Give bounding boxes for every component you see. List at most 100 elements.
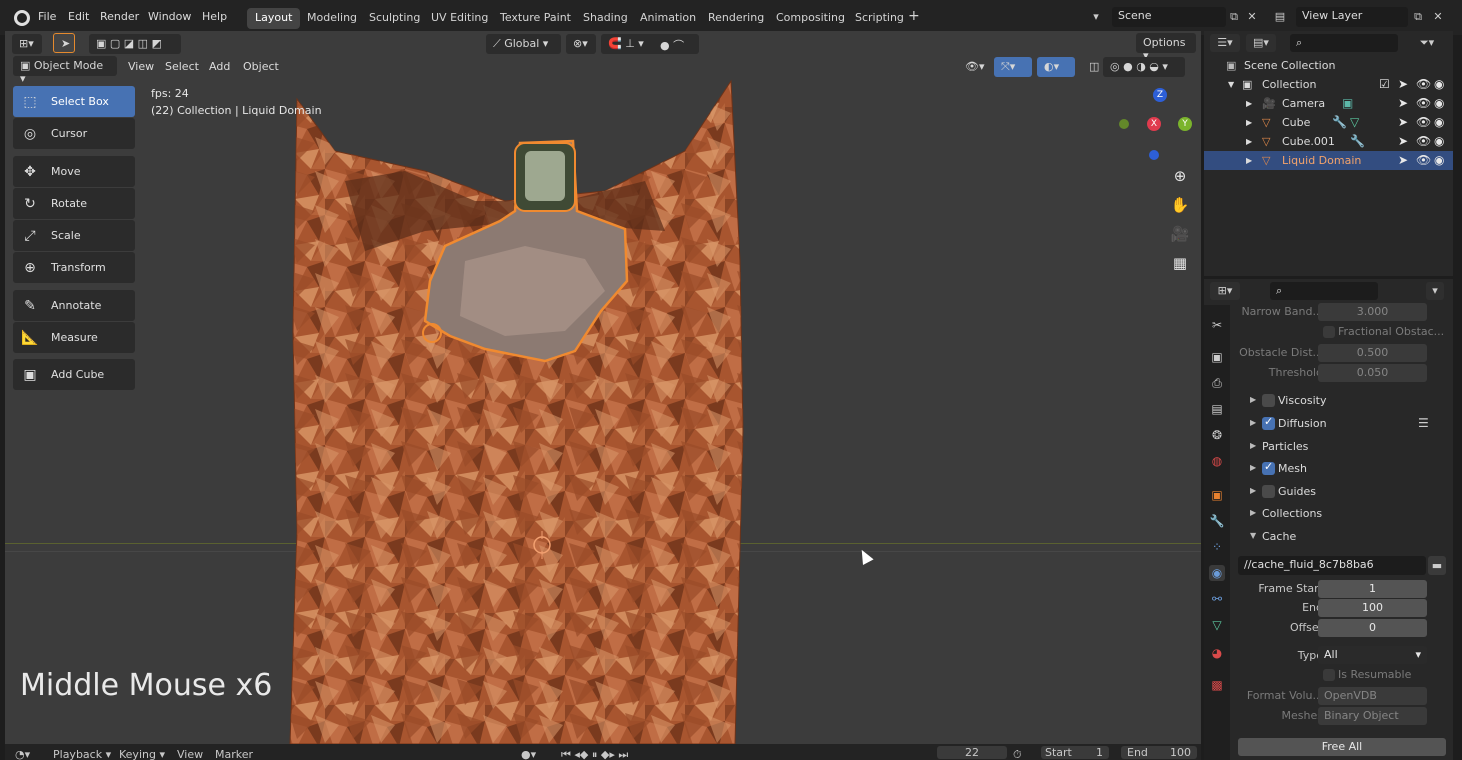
marker-menu[interactable]: Marker [215,748,253,760]
liquid-domain-mesh[interactable] [5,31,1201,744]
camera-render-icon[interactable]: ◉ [1434,96,1444,110]
pan-hand-icon[interactable]: ✋ [1167,192,1193,218]
playback-menu[interactable]: Playback ▾ [53,748,111,760]
scene-tab-icon[interactable]: ❂ [1209,427,1225,443]
camera-render-icon[interactable]: ◉ [1434,134,1444,148]
proportional-editing-icon[interactable]: ● ⌒ [653,34,699,54]
3d-viewport[interactable]: ⊞▾ ➤ ▣ ▢ ◪ ◫ ◩ ⟋ Global ▾ ⊗▾ 🧲 ⊥ ▾ ● ⌒ O… [5,31,1201,744]
tool-annotate[interactable]: ✎ Annotate [13,290,135,321]
select-arrow-icon[interactable]: ➤ [1398,96,1408,110]
editor-type-icon[interactable]: ⊞▾ [12,34,42,54]
outliner-editor-type-icon[interactable]: ☰▾ [1210,34,1240,52]
texture-tab-icon[interactable]: ▩ [1209,677,1225,693]
snapping-icon[interactable]: 🧲 ⊥ ▾ [601,34,661,54]
properties-options-icon[interactable]: ▾ [1426,282,1444,300]
cache-type-dropdown[interactable]: All ▾ [1318,646,1427,664]
select-arrow-icon[interactable]: ➤ [1398,134,1408,148]
xray-icon[interactable]: ◫ [1082,57,1100,77]
panel-viscosity[interactable]: ▶ Viscosity [1236,390,1453,412]
constraints-tab-icon[interactable]: ⚯ [1209,591,1225,607]
tab-texture-paint[interactable]: Texture Paint [492,8,579,29]
mesh-format-dropdown[interactable]: Binary Object [1318,707,1427,725]
obstacle-distance-field[interactable]: 0.500 [1318,344,1427,362]
eye-icon[interactable]: 👁 [1416,134,1431,148]
camera-data-icon[interactable]: ▣ [1342,96,1353,110]
panel-diffusion[interactable]: ▶ Diffusion ☰ [1236,413,1453,435]
timeline-editor-type-icon[interactable]: ◔▾ [15,748,30,760]
auto-keying-icon[interactable]: ●▾ [521,748,536,760]
transform-orientation-dropdown[interactable]: ⟋ Global ▾ [486,34,561,54]
camera-render-icon[interactable]: ◉ [1434,77,1444,91]
add-workspace-button[interactable]: + [904,8,924,29]
blender-logo-icon[interactable] [14,10,30,26]
gizmo-toggle-icon[interactable]: ⤧▾ [994,57,1032,77]
menu-file[interactable]: File [38,10,56,23]
gizmo-neg-y[interactable] [1119,119,1129,129]
format-volumes-dropdown[interactable]: OpenVDB [1318,687,1427,705]
outliner-row-cube-001[interactable]: ▶ ▽ Cube.001 🔧 ➤ 👁 ◉ [1204,132,1453,151]
tool-cursor[interactable]: ◎ Cursor [13,118,135,149]
pivot-point-icon[interactable]: ⊗▾ [566,34,596,54]
outliner-row-collection[interactable]: ▼ ▣ Collection ☑ ➤ 👁 ◉ [1204,75,1453,94]
tab-shading[interactable]: Shading [575,8,636,29]
properties-search-input[interactable]: ⌕ [1270,282,1378,300]
properties-editor-type-icon[interactable]: ⊞▾ [1210,282,1240,300]
scene-name-field[interactable]: Scene [1112,7,1226,27]
select-tool-icon[interactable]: ➤ [53,33,75,53]
gizmo-neg-z[interactable] [1149,150,1159,160]
mesh-checkbox[interactable] [1262,460,1275,475]
eye-icon[interactable]: 👁 [1416,77,1431,91]
tool-transform[interactable]: ⊕ Transform [13,252,135,283]
guides-checkbox[interactable] [1262,485,1275,498]
outliner-row-cube[interactable]: ▶ ▽ Cube 🔧 ▽ ➤ 👁 ◉ [1204,113,1453,132]
ortho-grid-icon[interactable]: ▦ [1167,250,1193,276]
tab-uv-editing[interactable]: UV Editing [423,8,496,29]
panel-guides[interactable]: ▶ Guides [1236,481,1453,503]
select-arrow-icon[interactable]: ➤ [1398,153,1408,167]
narrow-band-field[interactable]: 3.000 [1318,303,1427,321]
eye-icon[interactable]: 👁 [1416,115,1431,129]
physics-tab-icon[interactable]: ◉ [1209,565,1225,581]
view-layer-browse-icon[interactable]: ▤ [1266,7,1294,27]
tool-tab-icon[interactable]: ✂ [1209,317,1225,333]
threshold-field[interactable]: 0.050 [1318,364,1427,382]
gizmo-x-axis[interactable]: X [1147,117,1161,131]
object-tab-icon[interactable]: ▣ [1209,487,1225,503]
selection-mode-icons[interactable]: ▣ ▢ ◪ ◫ ◩ [89,34,181,54]
object-mode-dropdown[interactable]: ▣ Object Mode ▾ [13,56,117,85]
data-tab-icon[interactable]: ▽ [1209,617,1225,633]
panel-mesh[interactable]: ▶ Mesh [1236,458,1453,480]
tab-modeling[interactable]: Modeling [299,8,365,29]
new-scene-icon[interactable]: ⧉ [1226,7,1242,27]
tab-sculpting[interactable]: Sculpting [361,8,428,29]
tab-animation[interactable]: Animation [632,8,704,29]
mesh-data-icon[interactable]: ▽ [1350,115,1359,129]
frame-end-field[interactable]: 100 [1318,599,1427,617]
panel-collections[interactable]: ▶ Collections [1236,503,1453,525]
camera-render-icon[interactable]: ◉ [1434,153,1444,167]
free-all-button[interactable]: Free All [1238,738,1446,756]
menu-window[interactable]: Window [148,10,191,23]
resumable-checkbox[interactable] [1323,669,1335,681]
tool-scale[interactable]: ⤢ Scale [13,220,135,251]
output-tab-icon[interactable]: ⎙ [1209,375,1225,391]
modifier-tab-icon[interactable]: 🔧 [1209,513,1225,529]
current-frame-field[interactable]: 22 [937,746,1007,759]
panel-cache[interactable]: ▼ Cache [1236,526,1453,548]
viscosity-checkbox[interactable] [1262,394,1275,407]
visibility-icon[interactable]: 👁▾ [958,57,992,77]
presets-list-icon[interactable]: ☰ [1418,416,1429,430]
tool-move[interactable]: ✥ Move [13,156,135,187]
tab-rendering[interactable]: Rendering [700,8,772,29]
select-arrow-icon[interactable]: ➤ [1398,115,1408,129]
view-layer-tab-icon[interactable]: ▤ [1209,401,1225,417]
stopwatch-icon[interactable]: ⏱ [1013,748,1022,760]
frame-offset-field[interactable]: 0 [1318,619,1427,637]
tool-select-box[interactable]: ⬚ Select Box [13,86,135,117]
diffusion-checkbox[interactable] [1262,415,1275,430]
wrench-modifier-icon[interactable]: 🔧 [1332,115,1347,129]
outliner-search-input[interactable]: ⌕ [1290,34,1398,52]
material-tab-icon[interactable]: ◕ [1209,645,1225,661]
tab-scripting[interactable]: Scripting [847,8,912,29]
exclude-checkbox-icon[interactable]: ☑ [1379,77,1390,91]
